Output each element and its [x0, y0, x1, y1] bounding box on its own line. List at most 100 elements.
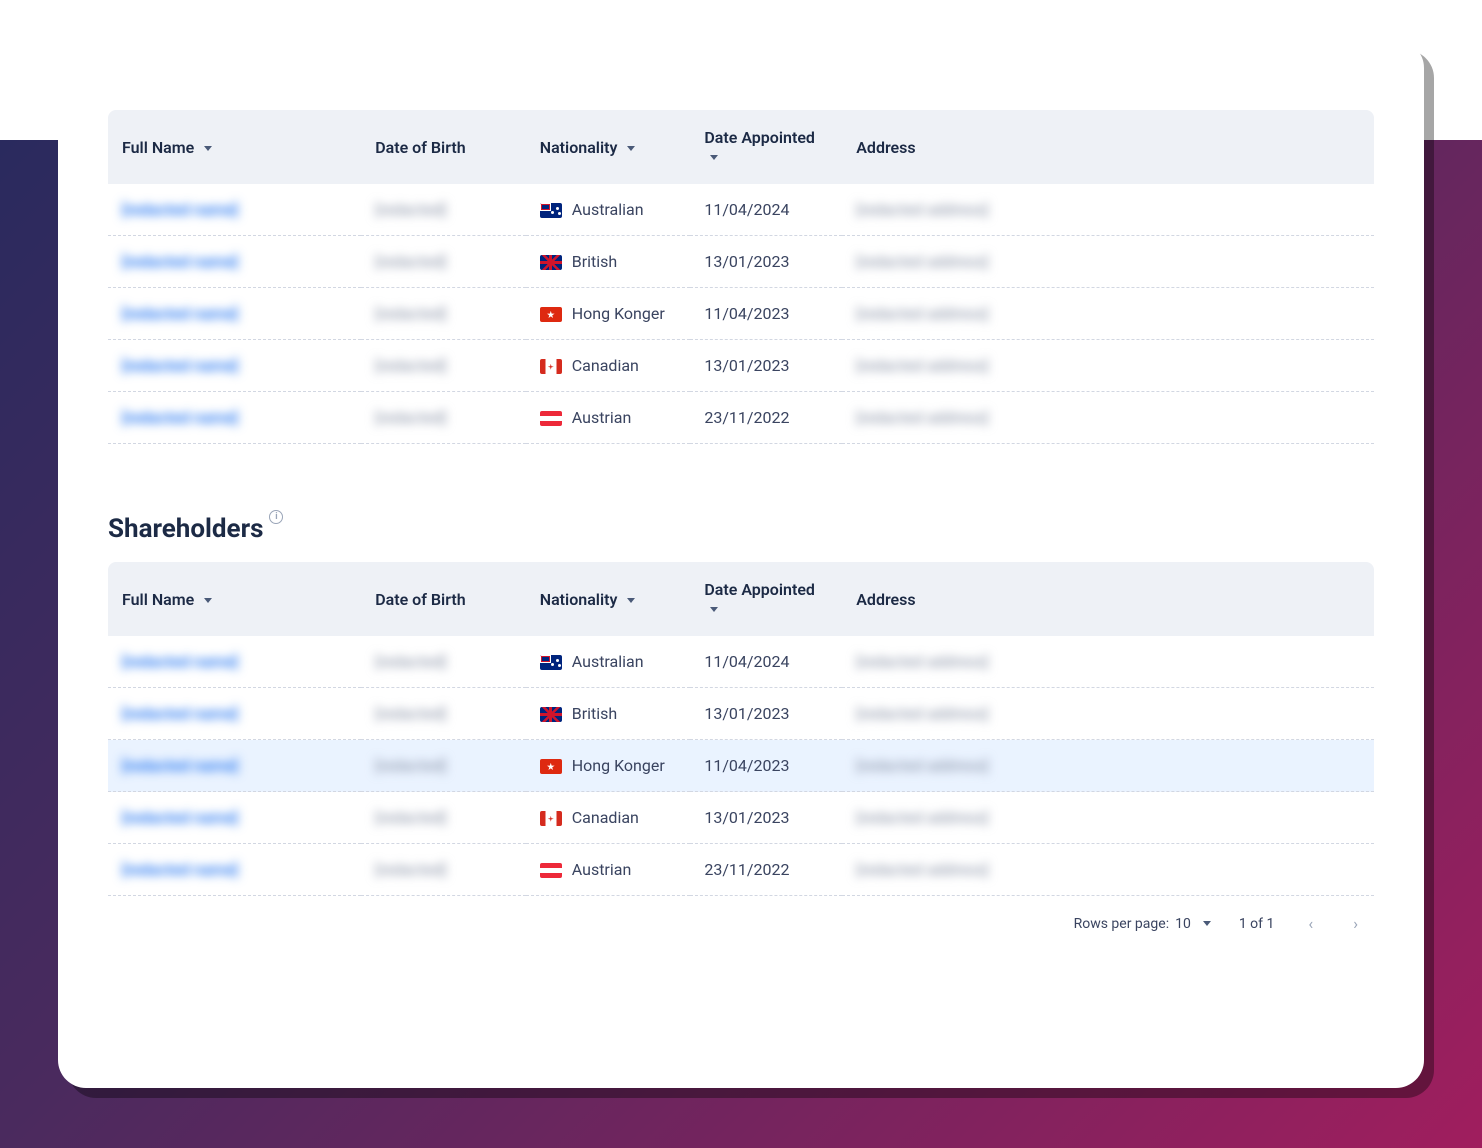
chevron-down-icon [1203, 921, 1211, 926]
address-value: [redacted address] [856, 756, 988, 775]
col-date-appointed[interactable]: Date Appointed [690, 562, 842, 636]
nationality-value: Canadian [572, 808, 639, 827]
table-row[interactable]: [redacted name][redacted]Hong Konger11/0… [108, 288, 1374, 340]
flag-icon [540, 863, 562, 878]
info-icon[interactable]: i [269, 510, 283, 524]
address-value: [redacted address] [856, 408, 988, 427]
col-address: Address [842, 562, 1374, 636]
rows-per-page-select[interactable]: Rows per page: 10 [1074, 916, 1211, 932]
date-appointed-value: 11/04/2024 [704, 200, 789, 219]
shareholders-heading: Shareholders i [108, 514, 263, 544]
address-value: [redacted address] [856, 808, 988, 827]
nationality-value: Australian [572, 200, 644, 219]
nationality-value: Australian [572, 652, 644, 671]
flag-icon [540, 811, 562, 826]
table-row[interactable]: [redacted name] [redacted] Australian 11/04… [108, 636, 1374, 688]
person-name-link[interactable]: [redacted name] [122, 408, 238, 427]
dob-value: [redacted] [375, 808, 446, 827]
date-appointed-value: 13/01/2023 [704, 704, 789, 723]
date-appointed-value: 13/01/2023 [704, 356, 789, 375]
address-value: [redacted address] [856, 304, 988, 323]
table-row[interactable]: [redacted name] [redacted] Canadian 13/01/2… [108, 340, 1374, 392]
rows-value: 10 [1175, 916, 1191, 932]
person-name-link[interactable]: [redacted name] [122, 356, 238, 375]
flag-icon [540, 307, 562, 322]
table-row[interactable]: [redacted name] [redacted] Austrian 23/11/2… [108, 844, 1374, 896]
col-full-name[interactable]: Full Name [108, 110, 361, 184]
flag-icon [540, 359, 562, 374]
dob-value: [redacted] [375, 408, 446, 427]
col-label: Date of Birth [375, 590, 465, 609]
date-appointed-value: 11/04/2023 [704, 304, 789, 323]
date-appointed-value: 13/01/2023 [704, 252, 789, 271]
table-row[interactable]: [redacted name][redacted]British13/01/20… [108, 236, 1374, 288]
dob-value: [redacted] [375, 860, 446, 879]
page-info: 1 of 1 [1239, 916, 1275, 932]
address-value: [redacted address] [856, 200, 988, 219]
col-date-appointed[interactable]: Date Appointed [690, 110, 842, 184]
person-name-link[interactable]: [redacted name] [122, 808, 238, 827]
date-appointed-value: 23/11/2022 [704, 408, 789, 427]
dob-value: [redacted] [375, 652, 446, 671]
dob-value: [redacted] [375, 252, 446, 271]
address-value: [redacted address] [856, 652, 988, 671]
date-appointed-value: 11/04/2023 [704, 756, 789, 775]
flag-icon [540, 255, 562, 270]
address-value: [redacted address] [856, 860, 988, 879]
table-row[interactable]: [redacted name][redacted]British13/01/20… [108, 688, 1374, 740]
shareholders-table: Full Name Date of Birth Nationality Date… [108, 562, 1374, 937]
sort-icon [204, 146, 212, 151]
dob-value: [redacted] [375, 200, 446, 219]
col-label: Date Appointed [704, 580, 815, 599]
nationality-value: Austrian [572, 408, 632, 427]
person-name-link[interactable]: [redacted name] [122, 704, 238, 723]
col-nationality[interactable]: Nationality [526, 110, 691, 184]
prev-page-button[interactable]: ‹ [1302, 910, 1319, 937]
col-label: Nationality [540, 590, 618, 609]
table-row[interactable]: [redacted name] [redacted] Australian 11/04… [108, 184, 1374, 236]
sort-icon [627, 146, 635, 151]
address-value: [redacted address] [856, 704, 988, 723]
pagination: Rows per page: 10 1 of 1 ‹ › [108, 896, 1374, 937]
flag-icon [540, 203, 562, 218]
officers-table: Full Name Date of Birth Nationality Date… [108, 110, 1374, 444]
sort-icon [627, 598, 635, 603]
col-label: Address [856, 590, 915, 609]
next-page-button[interactable]: › [1347, 910, 1364, 937]
person-name-link[interactable]: [redacted name] [122, 756, 238, 775]
address-value: [redacted address] [856, 252, 988, 271]
col-date-of-birth: Date of Birth [361, 562, 526, 636]
flag-icon [540, 655, 562, 670]
nationality-value: Hong Konger [572, 756, 665, 775]
table-header-row: Full Name Date of Birth Nationality Date… [108, 562, 1374, 636]
nationality-value: Austrian [572, 860, 632, 879]
col-label: Date of Birth [375, 138, 465, 157]
table-row[interactable]: [redacted name] [redacted] Hong Konger 11/0… [108, 740, 1374, 792]
col-label: Full Name [122, 590, 194, 609]
col-label: Address [856, 138, 915, 157]
person-name-link[interactable]: [redacted name] [122, 252, 238, 271]
sort-icon [204, 598, 212, 603]
address-value: [redacted address] [856, 356, 988, 375]
col-nationality[interactable]: Nationality [526, 562, 691, 636]
col-label: Nationality [540, 138, 618, 157]
sort-icon [710, 607, 718, 612]
sort-icon [710, 155, 718, 160]
flag-icon [540, 411, 562, 426]
person-name-link[interactable]: [redacted name] [122, 860, 238, 879]
table-row[interactable]: [redacted name] [redacted] Austrian 23/11/2… [108, 392, 1374, 444]
nationality-value: Canadian [572, 356, 639, 375]
dob-value: [redacted] [375, 704, 446, 723]
person-name-link[interactable]: [redacted name] [122, 304, 238, 323]
date-appointed-value: 23/11/2022 [704, 860, 789, 879]
col-label: Date Appointed [704, 128, 815, 147]
main-card: Full Name Date of Birth Nationality Date… [58, 40, 1424, 1088]
col-full-name[interactable]: Full Name [108, 562, 361, 636]
date-appointed-value: 11/04/2024 [704, 652, 789, 671]
person-name-link[interactable]: [redacted name] [122, 652, 238, 671]
dob-value: [redacted] [375, 756, 446, 775]
table-header-row: Full Name Date of Birth Nationality Date… [108, 110, 1374, 184]
dob-value: [redacted] [375, 356, 446, 375]
table-row[interactable]: [redacted name][redacted]Canadian13/01/2… [108, 792, 1374, 844]
person-name-link[interactable]: [redacted name] [122, 200, 238, 219]
